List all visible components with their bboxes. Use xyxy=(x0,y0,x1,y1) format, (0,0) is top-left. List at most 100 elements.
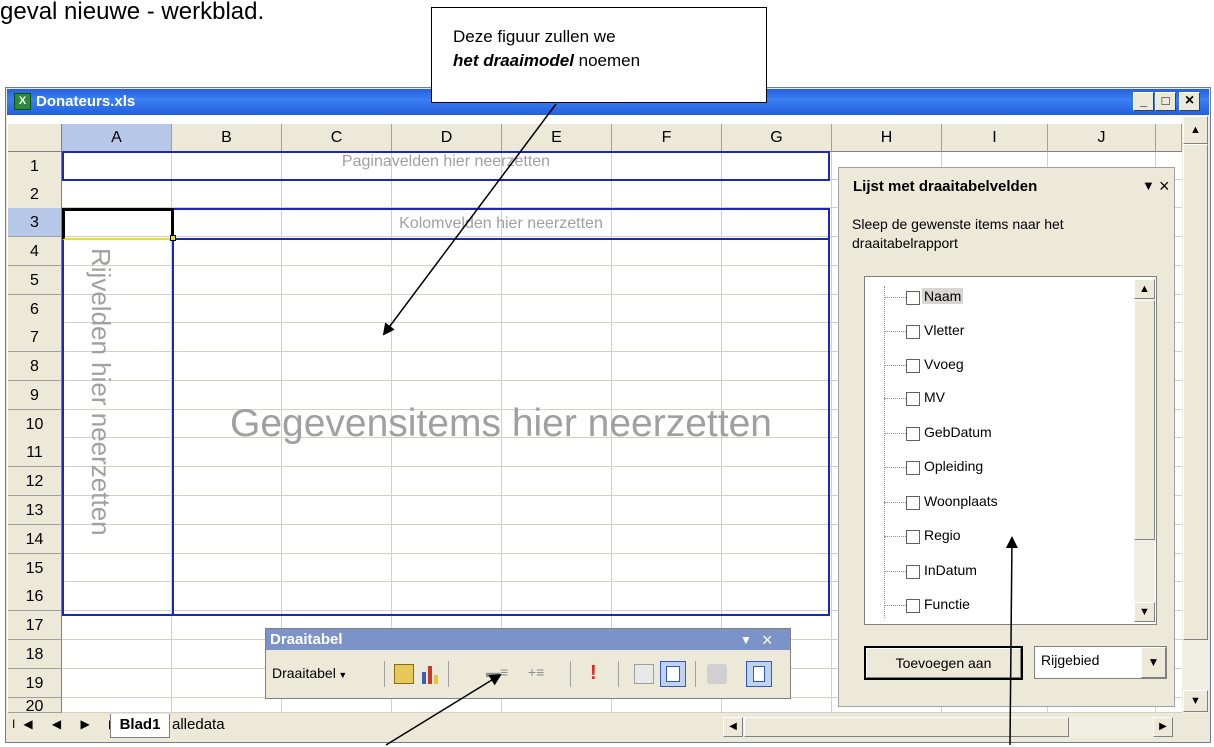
row-header-8[interactable]: 8 xyxy=(8,352,62,381)
column-header-A[interactable]: A xyxy=(62,124,172,152)
tree-branch xyxy=(884,365,906,366)
row-header-5[interactable]: 5 xyxy=(8,266,62,295)
row-header-2[interactable]: 2 xyxy=(8,180,62,209)
row-header-15[interactable]: 15 xyxy=(8,554,62,583)
row-header-10[interactable]: 10 xyxy=(8,410,62,439)
toolbar-separator xyxy=(384,661,385,687)
maximize-button[interactable]: □ xyxy=(1155,92,1176,111)
field-row-5[interactable]: Opleiding xyxy=(884,457,1124,479)
sheet-tab-label: alledata xyxy=(172,716,225,733)
toolbar-separator xyxy=(618,661,619,687)
add-to-button[interactable]: Toevoegen aan xyxy=(864,646,1023,680)
tree-branch xyxy=(884,502,906,503)
row-header-3[interactable]: 3 xyxy=(8,208,62,237)
show-field-list-icon[interactable] xyxy=(746,661,772,687)
toolbar-close-icon[interactable]: × xyxy=(762,630,773,651)
field-row-6[interactable]: Woonplaats xyxy=(884,492,1124,514)
hide-detail-icon[interactable]: ▬≡ xyxy=(486,664,510,684)
row-header-6[interactable]: 6 xyxy=(8,295,62,324)
row-header-9[interactable]: 9 xyxy=(8,381,62,410)
field-label: Functie xyxy=(924,596,970,612)
hscroll-right-icon[interactable]: ▶ xyxy=(1153,717,1173,737)
select-all-corner[interactable] xyxy=(8,124,62,152)
tree-branch xyxy=(884,605,906,606)
column-fields-label: Kolomvelden hier neerzetten xyxy=(399,215,603,232)
toolbar-separator xyxy=(695,661,696,687)
vscroll-thumb[interactable] xyxy=(1183,144,1208,640)
row-header-19[interactable]: 19 xyxy=(8,669,62,698)
close-button[interactable]: × xyxy=(1179,92,1200,111)
fill-handle[interactable] xyxy=(170,235,176,241)
vscroll-down-icon[interactable]: ▼ xyxy=(1183,690,1208,712)
pivot-menu-button[interactable]: Draaitabel ▼ xyxy=(272,665,347,681)
tree-branch xyxy=(884,433,906,434)
include-hidden-items-icon[interactable] xyxy=(634,664,654,684)
field-icon xyxy=(906,530,920,544)
column-header-K[interactable] xyxy=(1156,124,1182,152)
row-header-12[interactable]: 12 xyxy=(8,467,62,496)
field-label: Naam xyxy=(922,288,964,304)
toolbar-options-icon[interactable]: ▼ xyxy=(740,633,752,647)
sheet-tab-blad1[interactable]: Blad1 xyxy=(110,714,170,738)
row-header-4[interactable]: 4 xyxy=(8,237,62,266)
field-row-3[interactable]: MV xyxy=(884,388,1124,410)
refresh-data-icon[interactable]: ! xyxy=(590,662,597,685)
field-settings-icon[interactable] xyxy=(707,664,727,684)
column-header-I[interactable]: I xyxy=(942,124,1048,152)
row-header-7[interactable]: 7 xyxy=(8,323,62,352)
pivot-toolbar-titlebar[interactable] xyxy=(266,629,790,650)
field-list-title: Lijst met draaitabelvelden xyxy=(853,178,1038,195)
column-header-C[interactable]: C xyxy=(282,124,392,152)
field-row-8[interactable]: InDatum xyxy=(884,561,1124,583)
field-row-4[interactable]: GebDatum xyxy=(884,423,1124,445)
field-row-7[interactable]: Regio xyxy=(884,526,1124,548)
scroll-down-icon[interactable]: ▼ xyxy=(1134,602,1155,622)
callout-rest: noemen xyxy=(573,51,641,70)
row-header-16[interactable]: 16 xyxy=(8,582,62,611)
area-select-value: Rijgebied xyxy=(1041,652,1100,668)
row-header-14[interactable]: 14 xyxy=(8,525,62,554)
field-row-0[interactable]: Naam xyxy=(884,287,1124,309)
area-select[interactable]: Rijgebied ▼ xyxy=(1034,646,1167,679)
column-header-E[interactable]: E xyxy=(502,124,612,152)
row-header-20[interactable]: 20 xyxy=(8,698,62,713)
active-cell[interactable] xyxy=(62,208,174,240)
column-header-G[interactable]: G xyxy=(722,124,832,152)
tree-branch xyxy=(884,331,906,332)
vscroll-up-icon[interactable]: ▲ xyxy=(1183,116,1208,144)
show-detail-icon[interactable]: +≡ xyxy=(528,664,552,684)
minimize-button[interactable]: _ xyxy=(1133,92,1154,111)
tree-branch xyxy=(884,297,906,298)
column-header-F[interactable]: F xyxy=(612,124,722,152)
row-header-13[interactable]: 13 xyxy=(8,496,62,525)
column-header-D[interactable]: D xyxy=(392,124,502,152)
field-label: Vletter xyxy=(924,322,965,338)
hscroll-thumb[interactable] xyxy=(744,717,1069,737)
sheet-tab-label: Blad1 xyxy=(119,716,161,733)
chevron-down-icon[interactable]: ▼ xyxy=(1142,178,1155,193)
dropdown-arrow-icon[interactable]: ▼ xyxy=(1141,647,1166,678)
scroll-up-icon[interactable]: ▲ xyxy=(1134,279,1155,299)
row-header-11[interactable]: 11 xyxy=(8,438,62,467)
row-header-17[interactable]: 17 xyxy=(8,611,62,640)
field-row-1[interactable]: Vletter xyxy=(884,321,1124,343)
toolbar-separator xyxy=(570,661,571,687)
scroll-thumb[interactable] xyxy=(1134,300,1155,540)
row-header-18[interactable]: 18 xyxy=(8,640,62,669)
sheet-tab-alledata[interactable]: alledata xyxy=(172,716,225,733)
column-header-H[interactable]: H xyxy=(832,124,942,152)
row-fields-label: Rijvelden hier neerzetten xyxy=(86,248,116,536)
chart-wizard-icon[interactable] xyxy=(420,664,440,684)
hscroll-left-icon[interactable]: ◀ xyxy=(723,717,743,737)
field-icon xyxy=(906,392,920,406)
column-header-J[interactable]: J xyxy=(1048,124,1156,152)
field-icon xyxy=(906,291,920,305)
row-header-1[interactable]: 1 xyxy=(8,152,62,181)
field-row-9[interactable]: Functie xyxy=(884,595,1124,617)
field-icon xyxy=(906,461,920,475)
column-header-B[interactable]: B xyxy=(172,124,282,152)
format-report-icon[interactable] xyxy=(394,664,414,684)
close-icon[interactable]: × xyxy=(1159,176,1170,197)
field-row-2[interactable]: Vvoeg xyxy=(884,355,1124,377)
always-display-items-icon[interactable] xyxy=(660,661,686,687)
